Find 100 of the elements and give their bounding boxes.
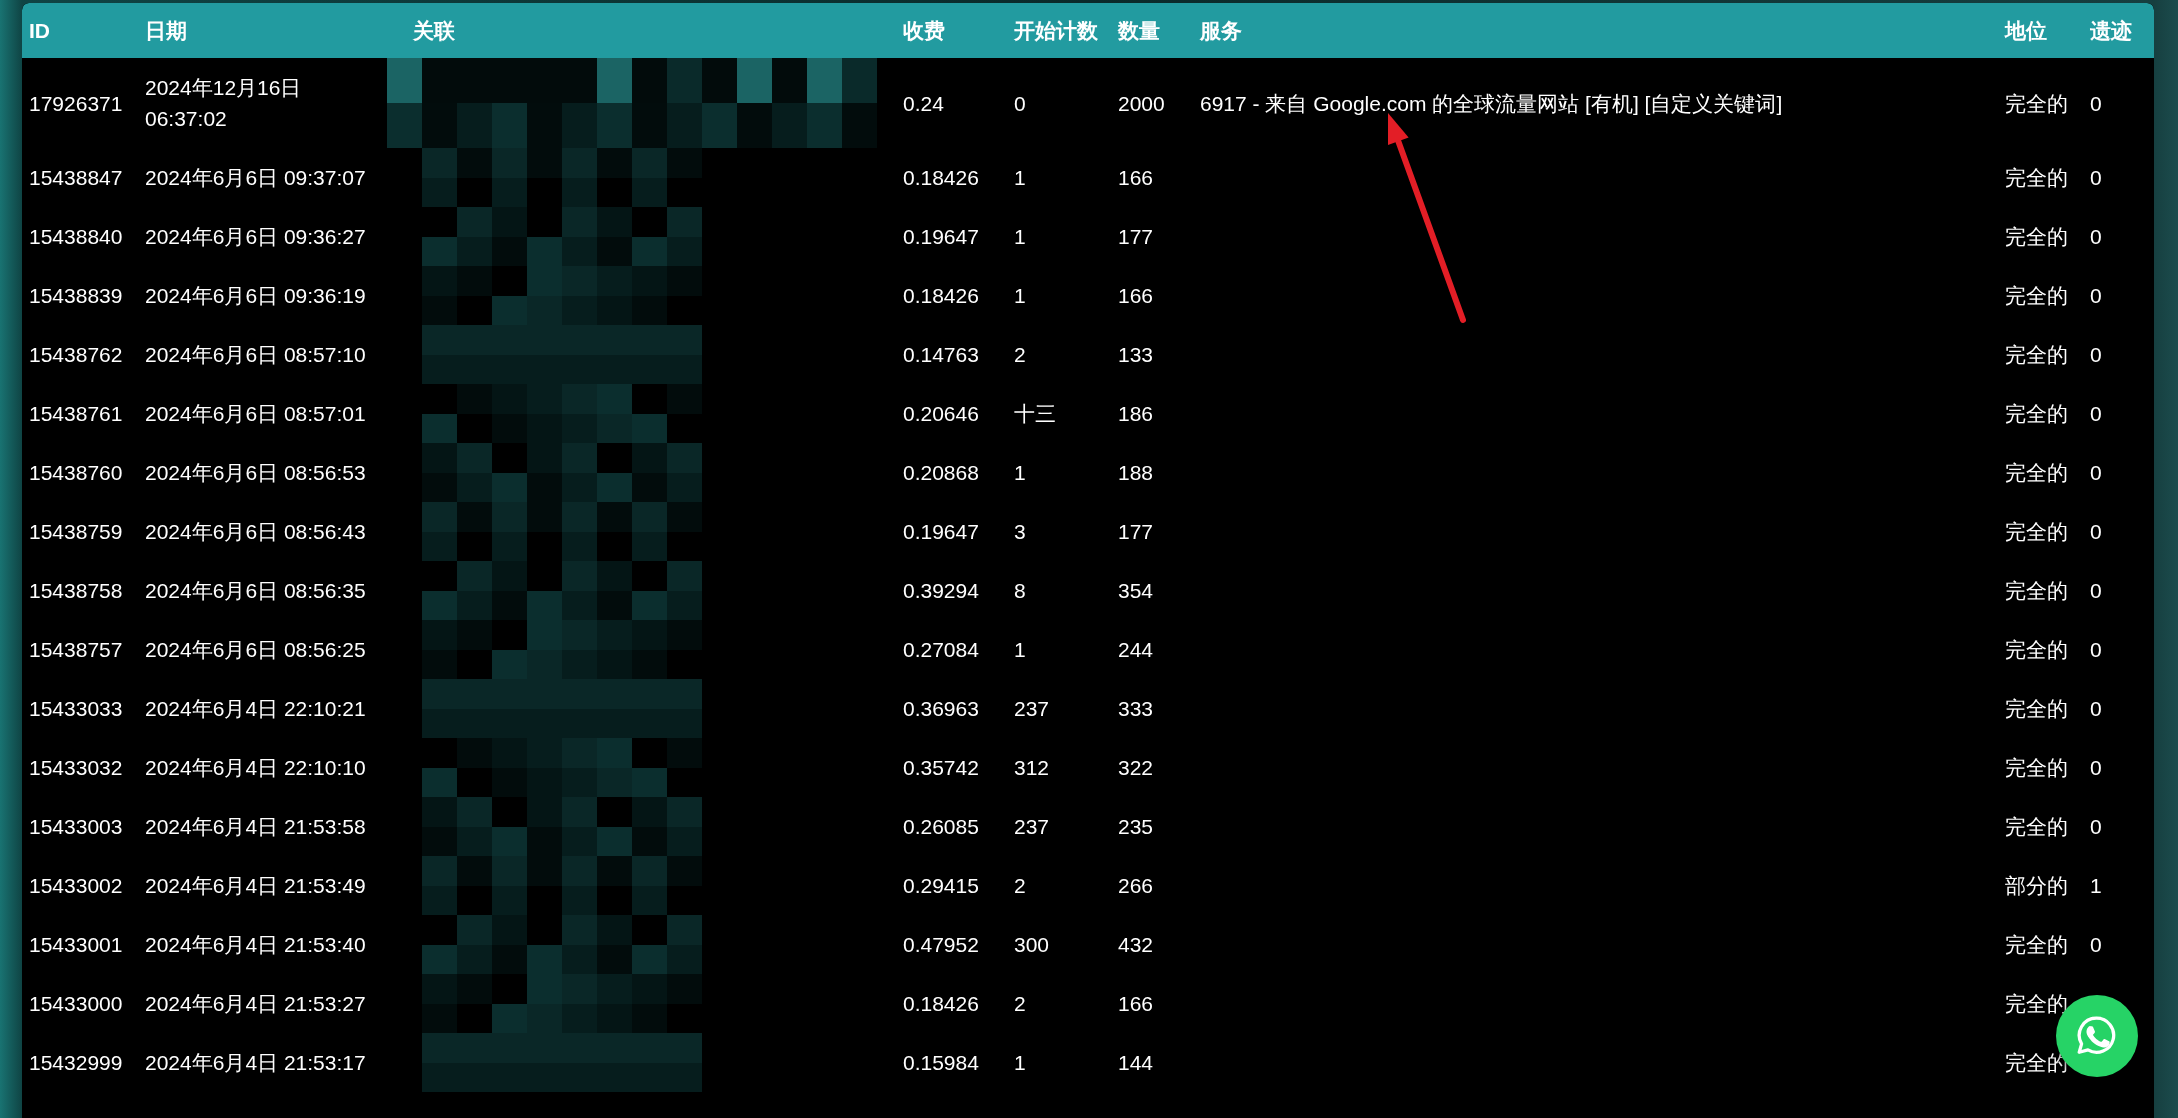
table-cell-text: 1	[1013, 460, 1027, 486]
table-cell-text: 15438762	[28, 342, 124, 368]
column-header: 开始计数	[1013, 17, 1099, 44]
table-cell-text: 266	[1117, 873, 1155, 899]
table-cell-text: 237	[1013, 814, 1051, 840]
table-cell-text: 2024年6月4日 22:10:21	[145, 696, 367, 722]
table-cell-text: 177	[1117, 519, 1155, 545]
table-cell-text: 完全的	[2004, 224, 2069, 250]
table-cell-text: 0.24	[902, 90, 945, 117]
table-cell-text: 2024年6月6日 09:37:07	[145, 165, 367, 191]
table-cell-text: 0.18426	[902, 991, 980, 1017]
table-cell-text: 6917 - 来自 Google.com 的全球流量网站 [有机] [自定义关键词]	[1199, 90, 1784, 117]
table-cell-text: 完全的	[2004, 578, 2069, 604]
table-cell-text: 0	[2089, 637, 2103, 663]
table-cell-text: 2024年6月6日 08:57:10	[145, 342, 367, 368]
table-cell-text: 244	[1117, 637, 1155, 663]
table-cell-text: 0.29415	[902, 873, 980, 899]
table-cell-text: 2024年6月4日 21:53:27	[145, 991, 367, 1017]
table-cell-text: 完全的	[2004, 991, 2069, 1017]
table-cell-text: 0.18426	[902, 165, 980, 191]
table-cell-text: 0	[2089, 165, 2103, 191]
table-cell-text: 300	[1013, 932, 1051, 958]
table-cell-text: 完全的	[2004, 637, 2069, 663]
table-cell-text: 完全的	[2004, 460, 2069, 486]
table-cell-text: 0	[2089, 696, 2103, 722]
column-header: 收费	[902, 17, 946, 44]
table-cell-text: 完全的	[2004, 342, 2069, 368]
table-cell-text: 15438758	[28, 578, 124, 604]
table-cell-text: 2024年6月6日 09:36:27	[145, 224, 367, 250]
table-cell-text: 2024年6月6日 08:56:53	[145, 460, 367, 486]
table-cell-text: 237	[1013, 696, 1051, 722]
table-cell-text: 2024年6月6日 08:56:35	[145, 578, 367, 604]
table-cell-text: 0.15984	[902, 1050, 980, 1076]
table-cell-text: 2024年6月6日 08:56:25	[145, 637, 367, 663]
phone-bubble-icon	[2077, 1016, 2117, 1056]
column-header: 遗迹	[2089, 17, 2133, 44]
table-cell-text: 完全的	[2004, 283, 2069, 309]
table-cell-text: 0.19647	[902, 224, 980, 250]
table-cell-text: 186	[1117, 401, 1155, 427]
table-cell-text: 2000	[1117, 90, 1166, 117]
table-cell-text: 0.47952	[902, 932, 980, 958]
column-header: 数量	[1116, 17, 1161, 44]
table-cell-text: 2024年6月4日 21:53:40	[145, 932, 367, 958]
table-cell-text: 0	[2089, 283, 2103, 309]
table-cell-text: 354	[1117, 578, 1155, 604]
table-cell-text: 完全的	[2004, 90, 2069, 117]
column-header: 日期	[144, 17, 188, 44]
table-cell-text: 15438757	[28, 637, 124, 663]
table-cell-text: 0.26085	[902, 814, 980, 840]
table-cell-text: 0	[2089, 755, 2103, 781]
table-cell-text: 2024年6月6日 09:36:19	[145, 283, 367, 309]
table-cell-text: 0	[2089, 814, 2103, 840]
table-cell-text: 15438840	[28, 224, 124, 250]
table-cell-text: 0	[2089, 224, 2103, 250]
table-cell-text: 15433033	[28, 696, 124, 722]
table-cell-text: 2024年12月16日 06:37:02	[145, 75, 303, 132]
table-cell-text: 15432999	[28, 1050, 124, 1076]
table-cell-text: 166	[1117, 283, 1155, 309]
column-header: 服务	[1198, 17, 1243, 44]
table-cell-text: 十三	[1013, 401, 1057, 427]
table-cell-text: 15433001	[28, 932, 124, 958]
table-cell-text: 15438759	[28, 519, 124, 545]
table-cell-text: 8	[1013, 578, 1027, 604]
table-cell-text: 2024年6月4日 21:53:49	[145, 873, 367, 899]
table-cell-text: 0	[2089, 932, 2103, 958]
table-cell-text: 15433002	[28, 873, 124, 899]
table-cell-text: 0.20868	[902, 460, 980, 486]
table-cell-text: 0.18426	[902, 283, 980, 309]
table-cell-text: 0.39294	[902, 578, 980, 604]
table-cell-text: 15438760	[28, 460, 124, 486]
table-cell-text: 15438847	[28, 165, 124, 191]
table-cell-text: 235	[1117, 814, 1155, 840]
table-cell-text: 1	[1013, 165, 1027, 191]
table-cell-text: 15433032	[28, 755, 124, 781]
table-cell-text: 0	[1013, 90, 1027, 117]
column-header: ID	[28, 18, 51, 43]
table-cell-text: 完全的	[2004, 932, 2069, 958]
column-header: 关联	[412, 17, 456, 44]
table-cell-text: 2024年6月6日 08:57:01	[145, 401, 367, 427]
table-cell-text: 133	[1117, 342, 1155, 368]
table-cell-text: 15438761	[28, 401, 124, 427]
table-cell-text: 2024年6月6日 08:56:43	[145, 519, 367, 545]
table-cell-text: 15438839	[28, 283, 124, 309]
table-cell-text: 0.19647	[902, 519, 980, 545]
table-cell-text: 0	[2089, 460, 2103, 486]
table-cell-text: 2024年6月4日 21:53:58	[145, 814, 367, 840]
table-cell-text: 144	[1117, 1050, 1155, 1076]
table-cell-text: 1	[1013, 224, 1027, 250]
table-cell-text: 部分的	[2004, 873, 2069, 899]
table-cell-text: 166	[1117, 165, 1155, 191]
table-cell-text: 432	[1117, 932, 1155, 958]
table-cell-text: 2024年6月4日 21:53:17	[145, 1050, 367, 1076]
table-cell-text: 0	[2089, 342, 2103, 368]
table-cell-text: 312	[1013, 755, 1051, 781]
table-cell-text: 1	[1013, 1050, 1027, 1076]
table-cell-text: 15433003	[28, 814, 124, 840]
table-cell-text: 2024年6月4日 22:10:10	[145, 755, 367, 781]
table-cell-text: 完全的	[2004, 401, 2069, 427]
table-cell-text: 完全的	[2004, 814, 2069, 840]
table-cell-text: 完全的	[2004, 165, 2069, 191]
